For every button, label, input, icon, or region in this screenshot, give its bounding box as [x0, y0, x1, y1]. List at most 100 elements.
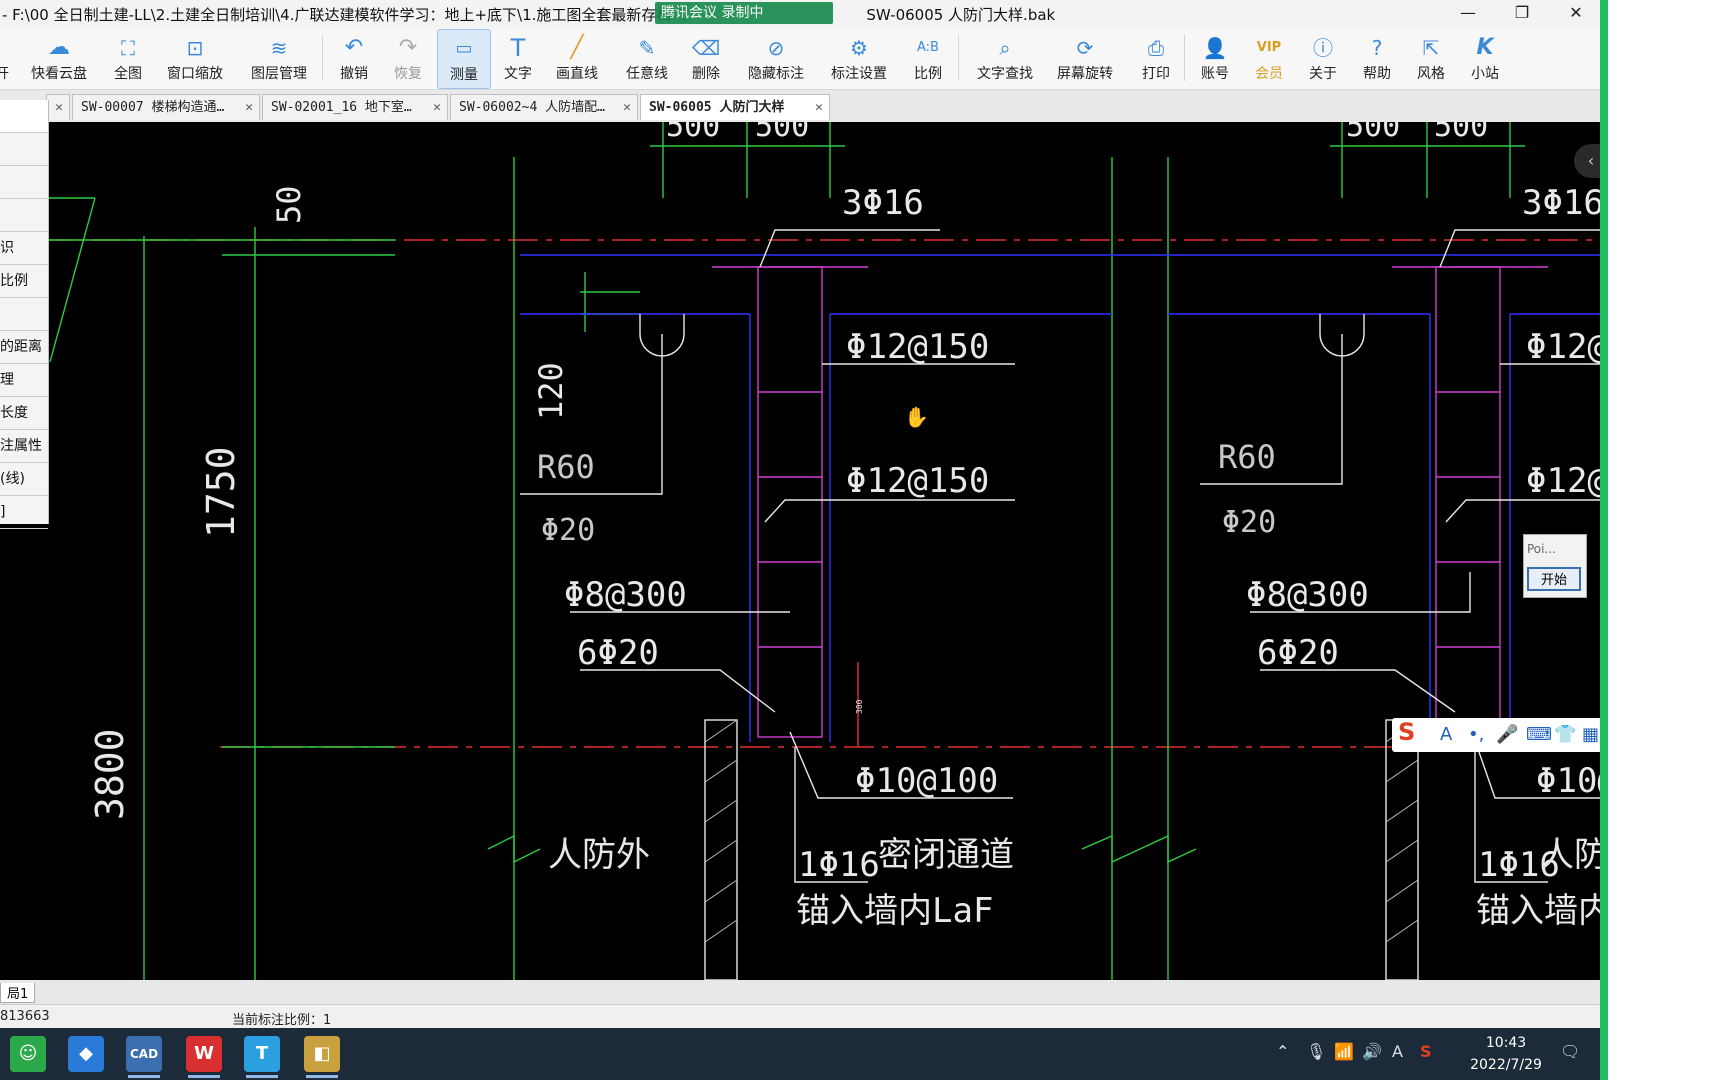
lanxin-icon[interactable]: ◆ — [68, 1036, 104, 1072]
info-icon: ⓘ — [1313, 36, 1333, 60]
draw-line-button[interactable]: ╱ 画直线 — [552, 29, 602, 87]
redo-button[interactable]: ↷ 恢复 — [388, 29, 428, 87]
panel-item[interactable] — [0, 199, 48, 232]
style-button[interactable]: ⇱ 风格 — [1414, 29, 1448, 87]
radius-label: R60 — [1218, 438, 1276, 476]
cad-canvas[interactable]: 500 500 500 500 50 120 1750 3800 3Φ16 3Φ… — [0, 122, 1600, 980]
close-button[interactable]: ✕ — [1552, 0, 1600, 27]
title-bar: - F:\00 全日制土建-LL\2.土建全日制培训\4.广联达建模软件学习：地… — [0, 0, 1600, 28]
tab-document[interactable]: SW-02001_16 地下室… ✕ — [262, 94, 448, 120]
tencent-meeting-icon[interactable]: T — [244, 1036, 280, 1078]
tab-hidden[interactable]: ✕ — [46, 94, 70, 120]
system-clock[interactable]: 10:43 2022/7/29 — [1466, 1032, 1546, 1076]
layout-tab[interactable]: 局1 — [0, 983, 36, 1003]
print-button[interactable]: ⎙ 打印 — [1140, 29, 1172, 87]
maximize-button[interactable]: ❐ — [1498, 0, 1546, 27]
measure-icon: ▭ — [455, 38, 473, 59]
clock-time: 10:43 — [1485, 1035, 1527, 1051]
annotation-settings-icon: ⚙ — [850, 36, 868, 60]
anchor-label: 锚入墙内LaF — [1476, 891, 1600, 931]
left-tool-panel: 识 比例 的距离 理 长度 注属性 (线) ] — [0, 100, 49, 529]
tab-document[interactable]: SW-06002~4 人防墙配… ✕ — [450, 94, 638, 120]
text-search-button[interactable]: ⌕ 文字查找 — [972, 29, 1038, 87]
start-button[interactable]: 开始 — [1527, 567, 1581, 591]
input-language-icon[interactable]: A — [1392, 1042, 1403, 1061]
microphone-icon[interactable]: 🎤 — [1496, 724, 1518, 746]
panel-item[interactable] — [0, 166, 48, 199]
close-icon[interactable]: ✕ — [623, 95, 631, 120]
vip-button[interactable]: VIP 会员 — [1252, 29, 1286, 87]
tab-document-active[interactable]: SW-06005 人防门大样 ✕ — [640, 94, 830, 120]
undo-button[interactable]: ↶ 撤销 — [334, 29, 374, 87]
zone-label: 人防外 — [548, 835, 650, 875]
rebar-label: 6Φ20 — [1257, 633, 1339, 673]
close-icon[interactable]: ✕ — [55, 95, 63, 120]
keyboard-icon[interactable]: ⌨ — [1526, 724, 1552, 746]
status-bar: 813663 当前标注比例：1 — [0, 1004, 1600, 1029]
sogou-tray-icon[interactable]: S — [1420, 1042, 1432, 1061]
chinese-mode-icon[interactable]: A — [1440, 724, 1452, 746]
dimension-text: 3800 — [88, 728, 132, 820]
coordinate-readout: 813663 — [0, 1009, 50, 1024]
meeting-recording-overlay[interactable]: 腾讯会议 录制中 — [655, 2, 833, 24]
panel-item-scale[interactable]: 比例 — [0, 265, 48, 298]
station-button[interactable]: K 小站 — [1468, 29, 1502, 87]
about-button[interactable]: ⓘ 关于 — [1306, 29, 1340, 87]
panel-item-bracket[interactable]: ] — [0, 496, 48, 529]
measure-button[interactable]: ▭ 测量 — [437, 29, 491, 89]
freehand-icon: ✎ — [638, 36, 656, 60]
cloud-disk-button[interactable]: ☁ 快看云盘 — [28, 29, 90, 87]
freehand-line-button[interactable]: ✎ 任意线 — [622, 29, 672, 87]
leader-line — [580, 669, 776, 713]
wechat-icon[interactable]: ☺ — [10, 1036, 46, 1072]
rebar-label: 6Φ20 — [577, 633, 659, 673]
open-button[interactable]: 开 — [0, 29, 14, 87]
hide-annotation-button[interactable]: ⊘ 隐藏标注 — [744, 29, 808, 87]
text-button[interactable]: T 文字 — [500, 29, 536, 87]
paint-app-icon[interactable]: ◧ — [304, 1036, 340, 1078]
panel-item-length[interactable]: 长度 — [0, 397, 48, 430]
panel-item-recognize[interactable]: 识 — [0, 232, 48, 265]
rotate-screen-button[interactable]: ⟳ 屏幕旋转 — [1054, 29, 1116, 87]
panel-item-line[interactable]: (线) — [0, 463, 48, 496]
delete-button[interactable]: ⌫ 删除 — [688, 29, 724, 87]
help-button[interactable]: ? 帮助 — [1360, 29, 1394, 87]
toolbox-icon[interactable]: ▦ — [1582, 724, 1599, 746]
green-edge-strip — [1600, 0, 1608, 1080]
panel-item[interactable] — [0, 133, 48, 166]
layer-manager-button[interactable]: ≋ 图层管理 — [246, 29, 312, 87]
panel-item-manage[interactable]: 理 — [0, 364, 48, 397]
zone-label: 密闭通道 — [878, 835, 1014, 875]
panel-search[interactable] — [0, 100, 48, 133]
leader-line — [1260, 669, 1456, 713]
zoom-window-button[interactable]: ⊡ 窗口缩放 — [162, 29, 228, 87]
close-icon[interactable]: ✕ — [245, 95, 253, 120]
rebar-label: Φ8@300 — [564, 575, 687, 615]
cad-app-icon[interactable]: CAD — [126, 1036, 162, 1078]
wifi-icon[interactable]: 📶 — [1334, 1042, 1354, 1061]
minimize-button[interactable]: — — [1444, 0, 1492, 27]
sogou-logo-icon[interactable]: S — [1398, 720, 1415, 744]
slope-line — [49, 197, 96, 363]
point-input[interactable]: Poi... — [1527, 539, 1565, 559]
tab-document[interactable]: SW-00007 楼梯构造通… ✕ — [72, 94, 260, 120]
text-icon: T — [510, 34, 526, 62]
punctuation-icon[interactable]: •, — [1468, 724, 1484, 746]
wps-icon[interactable]: W — [186, 1036, 222, 1078]
volume-icon[interactable]: 🔊 — [1362, 1042, 1382, 1061]
chevron-up-icon[interactable]: ⌃ — [1276, 1042, 1289, 1061]
panel-item[interactable] — [0, 298, 48, 331]
close-icon[interactable]: ✕ — [815, 95, 823, 120]
skin-icon[interactable]: 👕 — [1554, 724, 1576, 746]
panel-item-properties[interactable]: 注属性 — [0, 430, 48, 463]
scale-button[interactable]: A:B 比例 — [912, 29, 944, 87]
microphone-icon[interactable]: 🎙 — [1306, 1042, 1326, 1061]
close-icon[interactable]: ✕ — [433, 95, 441, 120]
vip-icon: VIP — [1256, 40, 1282, 55]
fit-all-button[interactable]: ⛶ 全图 — [106, 29, 150, 87]
panel-item-distance[interactable]: 的距离 — [0, 331, 48, 364]
annotation-settings-button[interactable]: ⚙ 标注设置 — [826, 29, 892, 87]
line-icon: ╱ — [570, 35, 584, 60]
notification-icon[interactable]: 🗨 — [1560, 1042, 1580, 1061]
account-button[interactable]: 👤 账号 — [1198, 29, 1232, 87]
